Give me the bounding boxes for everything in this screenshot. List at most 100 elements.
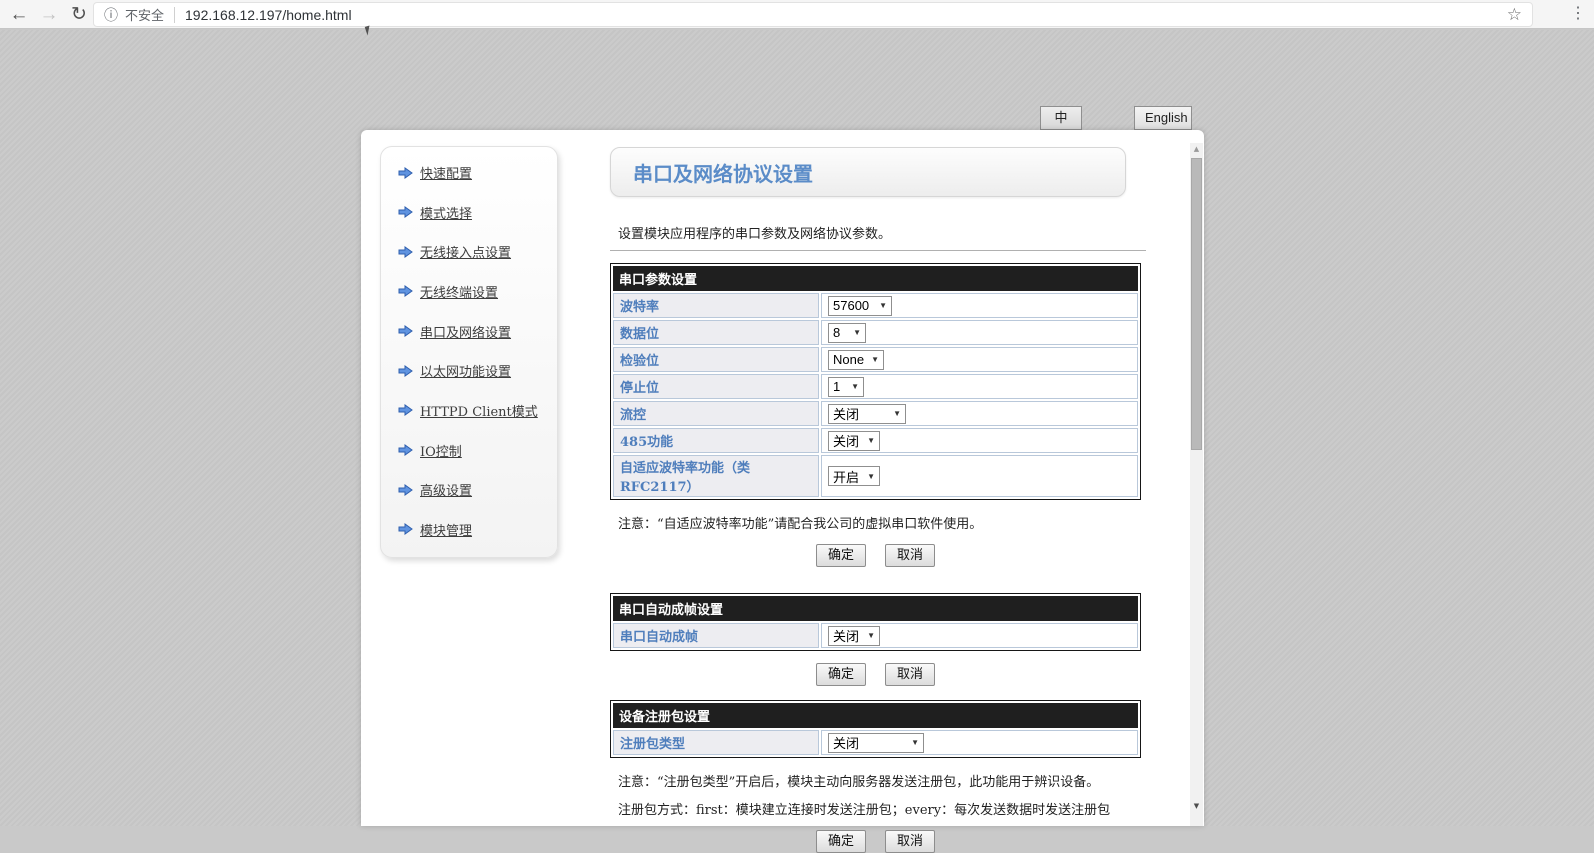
sidebar-item-httpd-client[interactable]: HTTPD Client模式	[397, 401, 557, 420]
back-icon[interactable]: ←	[6, 1, 32, 28]
table-row: 流控 关闭▼	[613, 401, 1138, 426]
blue-arrow-icon	[397, 483, 414, 497]
table-row: 485功能 关闭 ▼	[613, 428, 1138, 453]
flow-control-select[interactable]: 关闭▼	[828, 404, 906, 424]
blue-arrow-icon	[397, 324, 414, 338]
auto-frame-table: 串口自动成帧设置 串口自动成帧 关闭▼	[610, 593, 1141, 651]
row-label: 波特率	[613, 293, 819, 318]
table-row: 检验位 None▼	[613, 347, 1138, 372]
row-label: 数据位	[613, 320, 819, 345]
dropdown-arrow-icon: ▼	[851, 382, 859, 391]
note-text: 注意：“自适应波特率功能”请配合我公司的虚拟串口软件使用。	[610, 513, 1141, 532]
confirm-button[interactable]: 确定	[816, 830, 866, 853]
security-label: 不安全	[125, 5, 164, 24]
sidebar-item-serial-network[interactable]: 串口及网络设置	[397, 322, 557, 341]
row-label: 串口自动成帧	[613, 623, 819, 648]
language-chinese-button[interactable]: 中文	[1040, 106, 1082, 130]
dropdown-arrow-icon: ▼	[867, 436, 875, 445]
confirm-button[interactable]: 确定	[816, 663, 866, 686]
button-row: 确定 取消	[610, 544, 1141, 567]
select-value: 57600	[833, 298, 869, 313]
data-bits-select[interactable]: 8▼	[828, 323, 866, 343]
table-row: 停止位 1▼	[613, 374, 1138, 399]
cancel-button[interactable]: 取消	[885, 830, 935, 853]
page-subtitle: 设置模块应用程序的串口参数及网络协议参数。	[610, 223, 1141, 242]
auto-frame-select[interactable]: 关闭▼	[828, 626, 880, 646]
row-label: 检验位	[613, 347, 819, 372]
blue-arrow-icon	[397, 443, 414, 457]
cancel-button[interactable]: 取消	[885, 544, 935, 567]
address-bar[interactable]: ⓘ 不安全 192.168.12.197/home.html ☆	[93, 2, 1533, 27]
select-value: 8	[833, 325, 840, 340]
select-value: 1	[833, 379, 840, 394]
browser-toolbar: ← → ↻ ⓘ 不安全 192.168.12.197/home.html ☆ ⋮	[0, 0, 1594, 29]
blue-arrow-icon	[397, 364, 414, 378]
table-row: 波特率 57600▼	[613, 293, 1138, 318]
button-row: 确定 取消	[610, 663, 1141, 686]
adaptive-baud-select[interactable]: 开启▼	[828, 466, 880, 486]
sidebar-item-quick-config[interactable]: 快速配置	[397, 163, 557, 182]
sidebar-item-label: 模块管理	[420, 520, 472, 539]
blue-arrow-icon	[397, 522, 414, 536]
table-header-row: 串口自动成帧设置	[613, 596, 1138, 621]
select-value: 关闭	[833, 431, 859, 450]
scrollbar-thumb[interactable]	[1191, 158, 1202, 450]
table-row: 自适应波特率功能（类RFC2117） 开启▼	[613, 455, 1138, 497]
browser-menu-icon[interactable]: ⋮	[1570, 3, 1586, 25]
sidebar-item-label: 快速配置	[420, 163, 472, 182]
table-row: 数据位 8▼	[613, 320, 1138, 345]
cancel-button[interactable]: 取消	[885, 663, 935, 686]
baud-rate-select[interactable]: 57600▼	[828, 296, 892, 316]
scroll-down-icon[interactable]: ▼	[1190, 800, 1203, 813]
select-value: 关闭	[833, 626, 859, 645]
sidebar-item-label: 串口及网络设置	[420, 322, 511, 341]
row-label: 自适应波特率功能（类RFC2117）	[613, 455, 819, 497]
page-title-box: 串口及网络协议设置	[610, 147, 1126, 197]
row-label: 流控	[613, 401, 819, 426]
sidebar-item-advanced[interactable]: 高级设置	[397, 480, 557, 499]
language-english-button[interactable]: English	[1134, 106, 1192, 130]
sidebar-item-ethernet[interactable]: 以太网功能设置	[397, 361, 557, 380]
sidebar-item-io-control[interactable]: IO控制	[397, 441, 557, 460]
url-text[interactable]: 192.168.12.197/home.html	[185, 7, 352, 23]
parity-select[interactable]: None▼	[828, 350, 884, 370]
scrollbar[interactable]: ▲ ▼	[1190, 143, 1203, 826]
row-label: 停止位	[613, 374, 819, 399]
table-row: 串口自动成帧 关闭▼	[613, 623, 1138, 648]
address-divider	[174, 7, 175, 23]
select-value: 关闭	[833, 404, 859, 423]
sidebar-item-module-manage[interactable]: 模块管理	[397, 520, 557, 539]
dropdown-arrow-icon: ▼	[911, 738, 919, 747]
blue-arrow-icon	[397, 245, 414, 259]
sidebar-item-label: 高级设置	[420, 480, 472, 499]
section-header: 串口自动成帧设置	[613, 596, 1138, 621]
note-text: 注册包方式：first：模块建立连接时发送注册包；every：每次发送数据时发送…	[610, 799, 1141, 818]
confirm-button[interactable]: 确定	[816, 544, 866, 567]
reload-icon[interactable]: ↻	[66, 1, 92, 28]
sidebar-item-wireless-ap[interactable]: 无线接入点设置	[397, 242, 557, 261]
register-packet-type-select[interactable]: 关闭 ▼	[828, 733, 924, 753]
section-header: 串口参数设置	[613, 266, 1138, 291]
rs485-select[interactable]: 关闭 ▼	[828, 431, 880, 451]
main-content: 串口及网络协议设置 设置模块应用程序的串口参数及网络协议参数。 串口参数设置 波…	[610, 130, 1141, 853]
sidebar-menu: 快速配置 模式选择 无线接入点设置 无线终端设置 串口及网络设置 以太网功能设置…	[380, 146, 558, 558]
sidebar-item-label: 以太网功能设置	[420, 361, 511, 380]
sidebar-item-mode-select[interactable]: 模式选择	[397, 203, 557, 222]
bookmark-star-icon[interactable]: ☆	[1507, 5, 1522, 25]
page-title: 串口及网络协议设置	[633, 158, 813, 187]
section-header: 设备注册包设置	[613, 703, 1138, 728]
row-label: 485功能	[613, 428, 819, 453]
register-packet-table: 设备注册包设置 注册包类型 关闭▼	[610, 700, 1141, 758]
table-row: 注册包类型 关闭▼	[613, 730, 1138, 755]
forward-icon[interactable]: →	[36, 1, 62, 28]
info-icon[interactable]: ⓘ	[104, 5, 118, 25]
button-row: 确定 取消	[610, 830, 1141, 853]
dropdown-arrow-icon: ▼	[871, 355, 879, 364]
sidebar-item-label: 无线终端设置	[420, 282, 498, 301]
stop-bits-select[interactable]: 1▼	[828, 377, 864, 397]
select-value: 关闭	[833, 733, 859, 752]
scroll-up-icon[interactable]: ▲	[1190, 143, 1203, 156]
sidebar-item-wireless-sta[interactable]: 无线终端设置	[397, 282, 557, 301]
sidebar-item-label: HTTPD Client模式	[420, 401, 538, 420]
sidebar-item-label: 模式选择	[420, 203, 472, 222]
